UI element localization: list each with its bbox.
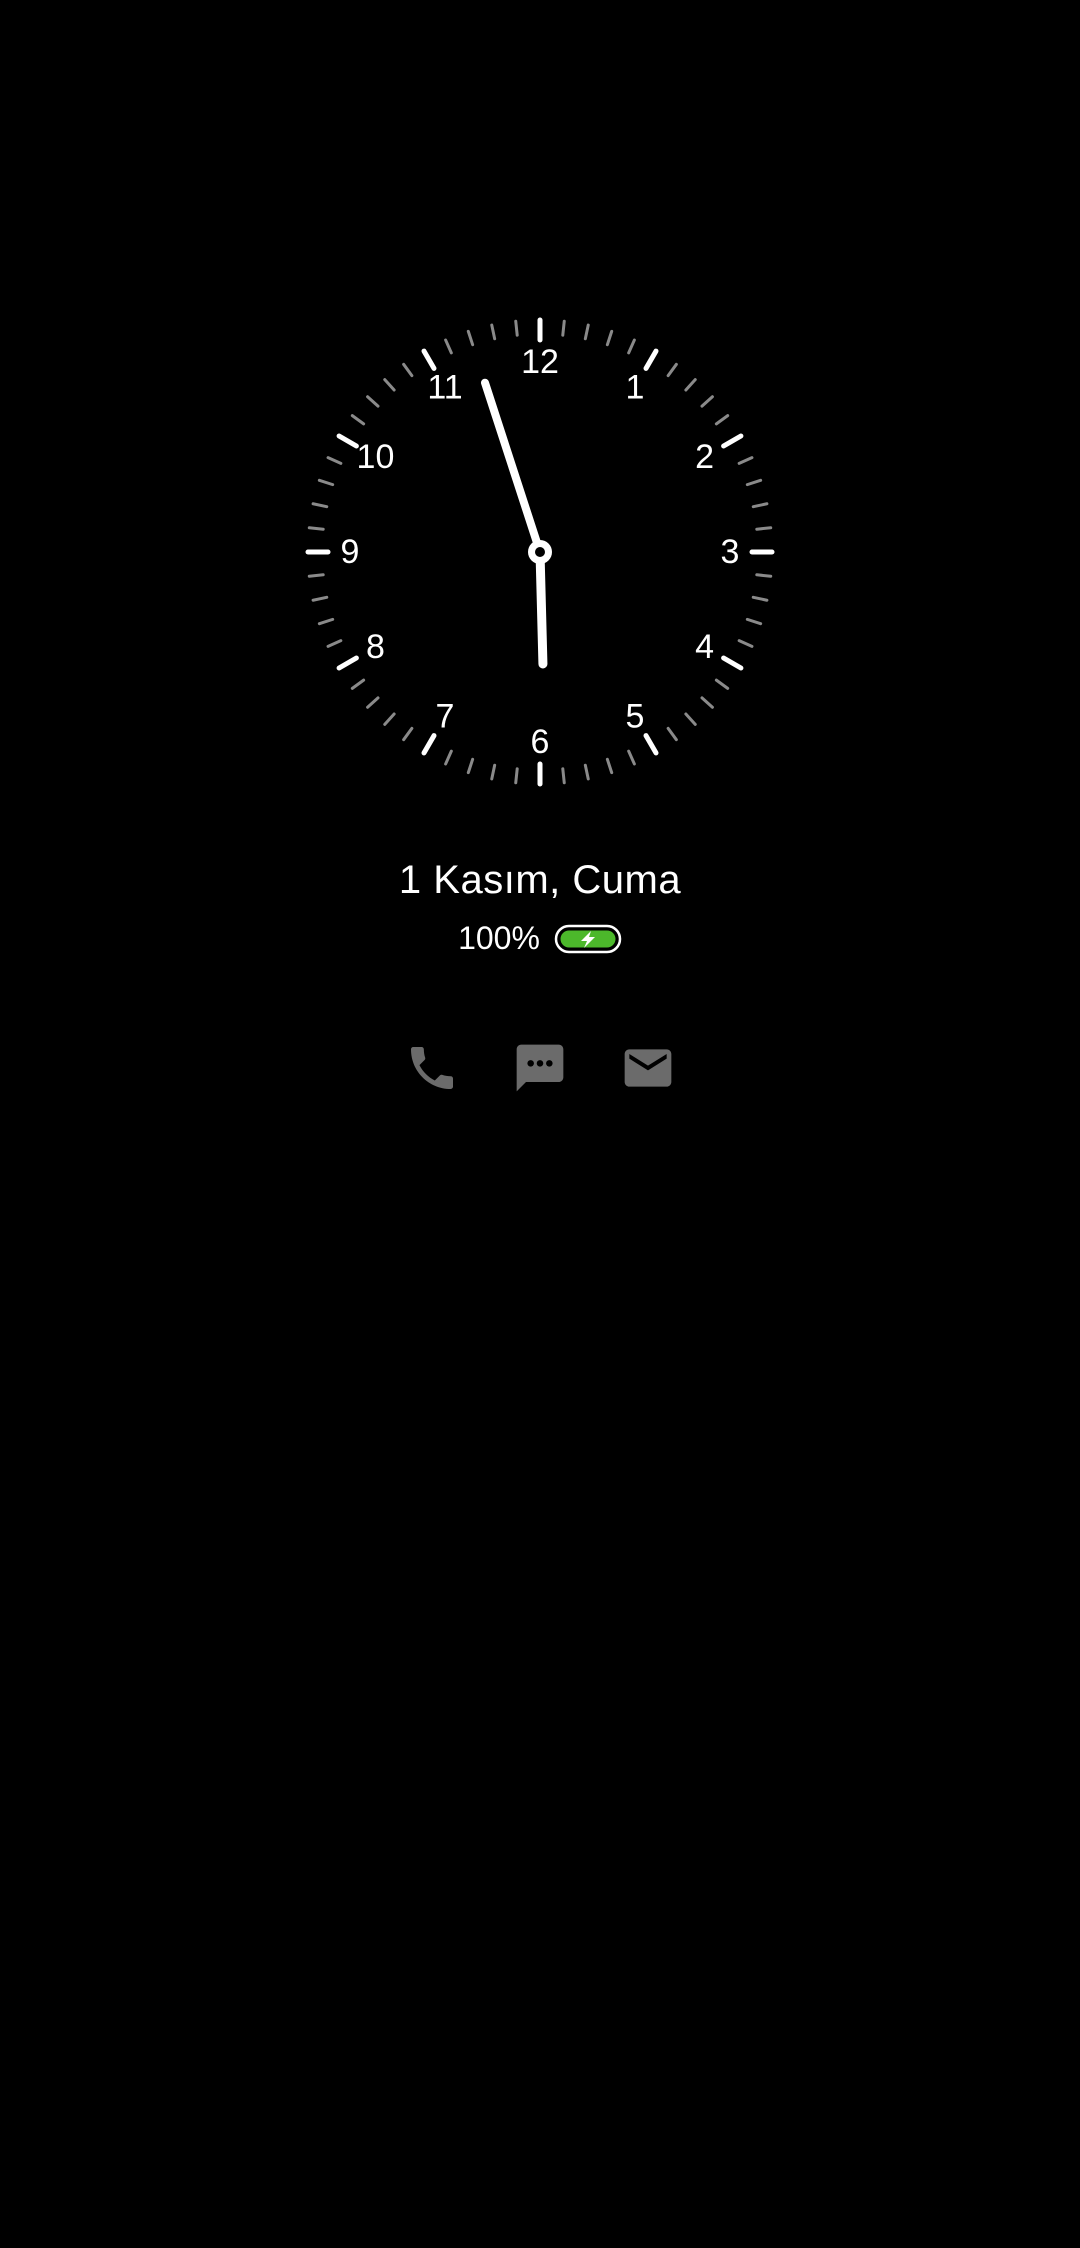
minute-tick [684,712,697,726]
minute-tick [627,749,636,766]
clock-numeral-8: 8 [366,628,385,666]
minute-tick [311,502,329,509]
message-icon[interactable] [512,1040,568,1096]
minute-tick [737,456,754,465]
minute-tick [714,678,730,690]
hour-tick [336,433,359,449]
clock-numeral-4: 4 [695,628,714,666]
clock-numeral-9: 9 [341,533,360,571]
minute-tick [350,678,366,690]
minute-tick [307,573,325,578]
minute-tick [444,338,453,355]
minute-tick [755,526,773,531]
clock-numeral-5: 5 [626,698,645,736]
minute-tick [307,526,325,531]
minute-tick [466,329,475,347]
hour-tick [721,655,744,671]
clock-numeral-2: 2 [695,438,714,476]
hour-tick [643,733,659,756]
minute-tick [466,757,475,775]
battery-status: 100% [0,920,1080,957]
minute-tick [700,696,714,709]
hour-tick [421,348,437,371]
hour-tick [643,348,659,371]
battery-percent: 100% [458,920,540,956]
minute-tick [514,767,519,785]
minute-tick [737,639,754,648]
clock-center-dot [535,547,545,557]
clock-numeral-6: 6 [531,723,550,761]
minute-tick [627,338,636,355]
minute-tick [605,757,614,775]
minute-tick [326,456,343,465]
hour-tick [721,433,744,449]
clock-numeral-11: 11 [427,368,462,406]
minute-tick [490,763,497,781]
clock-numeral-7: 7 [436,698,455,736]
clock-numeral-3: 3 [721,533,740,571]
minute-tick [583,763,590,781]
minute-tick [326,639,343,648]
minute-tick [666,726,678,742]
minute-tick [311,595,329,602]
minute-tick [684,378,697,392]
minute-tick [745,478,763,487]
minute-tick [444,749,453,766]
minute-tick [751,502,769,509]
minute-tick [350,414,366,426]
minute-tick [666,362,678,378]
clock-numeral-10: 10 [357,438,395,476]
minute-tick [561,767,566,785]
clock-numeral-12: 12 [521,343,559,381]
notification-icons [0,1040,1080,1096]
minute-hand [480,378,544,556]
minute-tick [755,573,773,578]
minute-tick [700,395,714,408]
minute-tick [402,726,414,742]
minute-tick [317,478,335,487]
minute-tick [366,395,380,408]
hour-hand [535,547,548,669]
email-icon[interactable] [620,1040,676,1096]
minute-tick [714,414,730,426]
minute-tick [383,712,396,726]
minute-tick [402,362,414,378]
minute-tick [514,319,519,337]
minute-tick [317,617,335,626]
minute-tick [383,378,396,392]
minute-tick [366,696,380,709]
hour-tick [421,733,437,756]
minute-tick [605,329,614,347]
date-label: 1 Kasım, Cuma [398,858,682,902]
phone-icon[interactable] [404,1040,460,1096]
analog-clock: 121234567891011 [305,317,775,787]
clock-numeral-1: 1 [626,368,645,406]
minute-tick [490,323,497,341]
minute-tick [561,319,566,337]
minute-tick [751,595,769,602]
hour-tick [336,655,359,671]
minute-tick [583,323,590,341]
battery-charging-icon [554,924,622,953]
minute-tick [745,617,763,626]
